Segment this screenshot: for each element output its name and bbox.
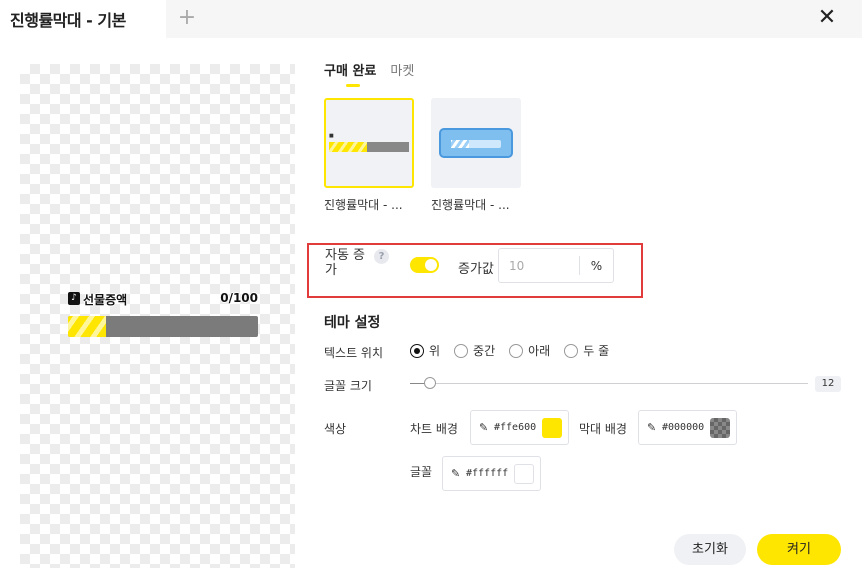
text-position-radio-group: 위 중간 아래 두 줄 — [410, 342, 609, 359]
increment-input[interactable] — [499, 249, 579, 282]
template-card-basic[interactable]: ■ 진행률막대 - ... — [324, 98, 414, 213]
increment-label: 증가값 — [458, 262, 494, 277]
tab-bar: 진행률막대 - 기본 + ✕ — [0, 0, 862, 38]
chart-bg-label: 차트 배경 — [410, 422, 458, 436]
slider-track — [410, 383, 808, 384]
radio-dot — [410, 343, 424, 358]
font-swatch — [514, 463, 535, 484]
eyedropper-icon: ✎ — [479, 420, 489, 434]
font-size-slider[interactable] — [410, 377, 808, 389]
theme-title: 테마 설정 — [324, 315, 381, 331]
radio-bottom[interactable]: 아래 — [509, 342, 550, 359]
preview-label: 선물증액 — [83, 293, 128, 307]
bar-bg-color-picker[interactable]: ✎ #000000 — [638, 410, 738, 445]
font-color-picker[interactable]: ✎ #ffffff — [442, 456, 542, 491]
radio-two-lines[interactable]: 두 줄 — [564, 342, 609, 359]
font-size-value: 12 — [815, 376, 841, 392]
plus-icon[interactable]: + — [176, 4, 198, 32]
preview-count: 0/100 — [220, 291, 258, 305]
template-name: 진행률막대 - ... — [431, 198, 510, 212]
increment-unit: % — [590, 258, 603, 273]
template-card-sky[interactable]: 진행률막대 - ... — [431, 98, 521, 213]
radio-dot — [564, 343, 579, 358]
radio-top[interactable]: 위 — [410, 342, 440, 359]
eyedropper-icon: ✎ — [647, 420, 657, 434]
tab-title: 진행률막대 - 기본 — [10, 11, 126, 30]
question-icon[interactable]: ? — [374, 249, 389, 264]
thumb-progress-bar — [451, 140, 501, 148]
preview-canvas: ♪ 선물증액 0/100 — [20, 64, 295, 568]
bar-bg-hex: #000000 — [662, 422, 705, 433]
bar-bg-label: 막대 배경 — [579, 422, 627, 436]
auto-increment-label: 자동 증가 — [325, 248, 366, 278]
font-size-label: 글꼴 크기 — [324, 379, 372, 393]
tiktok-icon: ♪ — [68, 292, 80, 305]
increment-field: % — [498, 248, 614, 283]
chart-bg-hex: #ffe600 — [494, 422, 537, 433]
tab-market[interactable]: 마켓 — [390, 60, 414, 87]
preview-header: ♪ 선물증액 0/100 — [68, 291, 258, 307]
apply-button[interactable]: 켜기 — [757, 534, 841, 565]
auto-increment-toggle[interactable] — [410, 257, 439, 273]
bar-bg-swatch — [710, 417, 731, 438]
template-tabs: 구매 완료 마켓 — [324, 60, 414, 87]
color-label: 색상 — [324, 422, 347, 436]
font-hex: #ffffff — [466, 468, 509, 479]
template-thumbnail: ■ — [324, 98, 414, 188]
slider-thumb[interactable] — [423, 377, 436, 389]
thumb-progress-bar — [329, 142, 409, 152]
preview-progress-bar — [68, 316, 258, 337]
chart-bg-swatch — [542, 417, 563, 438]
preview-progress-fill — [68, 316, 106, 337]
font-color-label: 글꼴 — [410, 465, 433, 479]
chart-bg-color-picker[interactable]: ✎ #ffe600 — [470, 410, 570, 445]
close-icon[interactable]: ✕ — [816, 4, 838, 32]
template-name: 진행률막대 - ... — [324, 198, 403, 212]
radio-dot — [509, 343, 524, 358]
active-tab[interactable]: 진행률막대 - 기본 — [0, 0, 166, 38]
radio-middle[interactable]: 중간 — [454, 342, 495, 359]
radio-dot — [454, 343, 469, 358]
reset-button[interactable]: 초기화 — [674, 534, 746, 565]
template-thumbnail — [431, 98, 521, 188]
tab-purchased[interactable]: 구매 완료 — [324, 60, 376, 87]
eyedropper-icon: ✎ — [451, 466, 461, 480]
text-position-label: 텍스트 위치 — [324, 346, 384, 360]
thumb-label: ■ — [329, 133, 334, 139]
